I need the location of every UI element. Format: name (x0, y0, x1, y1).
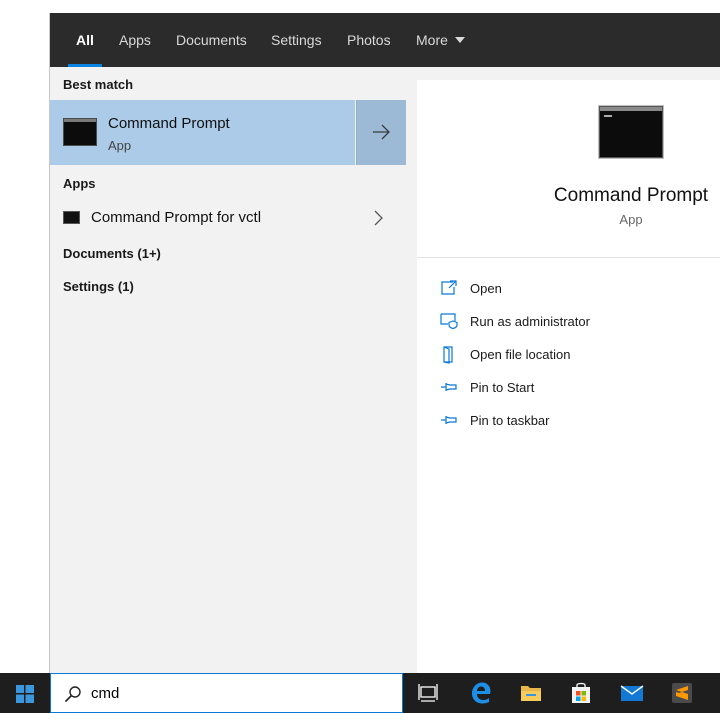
start-button[interactable] (0, 673, 49, 713)
search-icon (64, 686, 81, 703)
mail-icon[interactable] (620, 681, 644, 705)
tab-settings[interactable]: Settings (271, 13, 322, 67)
pin-to-taskbar-label: Pin to taskbar (470, 413, 550, 428)
tab-all[interactable]: All (68, 13, 102, 67)
open-file-location-action[interactable]: Open file location (440, 343, 710, 367)
chevron-down-icon (454, 37, 465, 44)
file-explorer-icon[interactable] (519, 681, 543, 705)
pin-to-start-label: Pin to Start (470, 380, 535, 395)
taskbar-search-box[interactable] (50, 673, 403, 713)
pin-icon (441, 416, 457, 424)
best-match-item[interactable]: Command Prompt App (50, 100, 355, 165)
run-as-admin-action[interactable]: Run as administrator (440, 310, 710, 334)
chevron-right-icon[interactable] (373, 210, 383, 226)
tab-photos[interactable]: Photos (347, 13, 391, 67)
details-pane: Command Prompt App Open Run as administr… (417, 80, 720, 673)
tab-documents[interactable]: Documents (176, 13, 247, 67)
task-view-icon[interactable] (416, 681, 440, 705)
open-action[interactable]: Open (440, 277, 710, 301)
settings-heading[interactable]: Settings (1) (63, 279, 134, 294)
folder-icon (443, 346, 453, 364)
taskbar (0, 673, 720, 713)
list-item[interactable]: Command Prompt for vctl (50, 204, 405, 232)
tab-more-label: More (416, 32, 448, 48)
command-prompt-icon (63, 118, 97, 146)
expand-details-button[interactable] (356, 100, 406, 165)
details-subtitle: App (619, 212, 643, 227)
shield-icon (440, 313, 458, 329)
arrow-right-icon (373, 124, 390, 140)
store-icon[interactable] (569, 681, 593, 705)
best-match-subtitle: App (108, 138, 132, 153)
search-panel: All Apps Documents Settings Photos More … (49, 13, 720, 673)
best-match-heading: Best match (63, 77, 134, 92)
edge-browser-icon[interactable] (469, 681, 493, 705)
run-as-admin-label: Run as administrator (470, 314, 590, 329)
open-file-location-label: Open file location (470, 347, 571, 362)
list-item-label: Command Prompt for vctl (91, 209, 262, 226)
windows-logo-icon (16, 685, 34, 703)
search-input[interactable] (91, 683, 381, 703)
divider (417, 257, 720, 258)
apps-heading: Apps (63, 176, 96, 191)
pin-to-taskbar-action[interactable]: Pin to taskbar (440, 409, 710, 433)
details-title: Command Prompt (553, 185, 709, 206)
open-action-label: Open (470, 281, 502, 296)
filter-tab-bar: All Apps Documents Settings Photos More (50, 13, 720, 67)
pin-to-start-action[interactable]: Pin to Start (440, 376, 710, 400)
sublime-text-icon[interactable] (670, 681, 694, 705)
open-icon (441, 280, 457, 295)
command-prompt-icon (63, 211, 80, 224)
command-prompt-icon (599, 106, 663, 158)
best-match-title: Command Prompt (108, 115, 230, 132)
documents-heading[interactable]: Documents (1+) (63, 246, 161, 261)
tab-more[interactable]: More (416, 13, 465, 67)
tab-apps[interactable]: Apps (119, 13, 151, 67)
pin-icon (441, 383, 457, 391)
